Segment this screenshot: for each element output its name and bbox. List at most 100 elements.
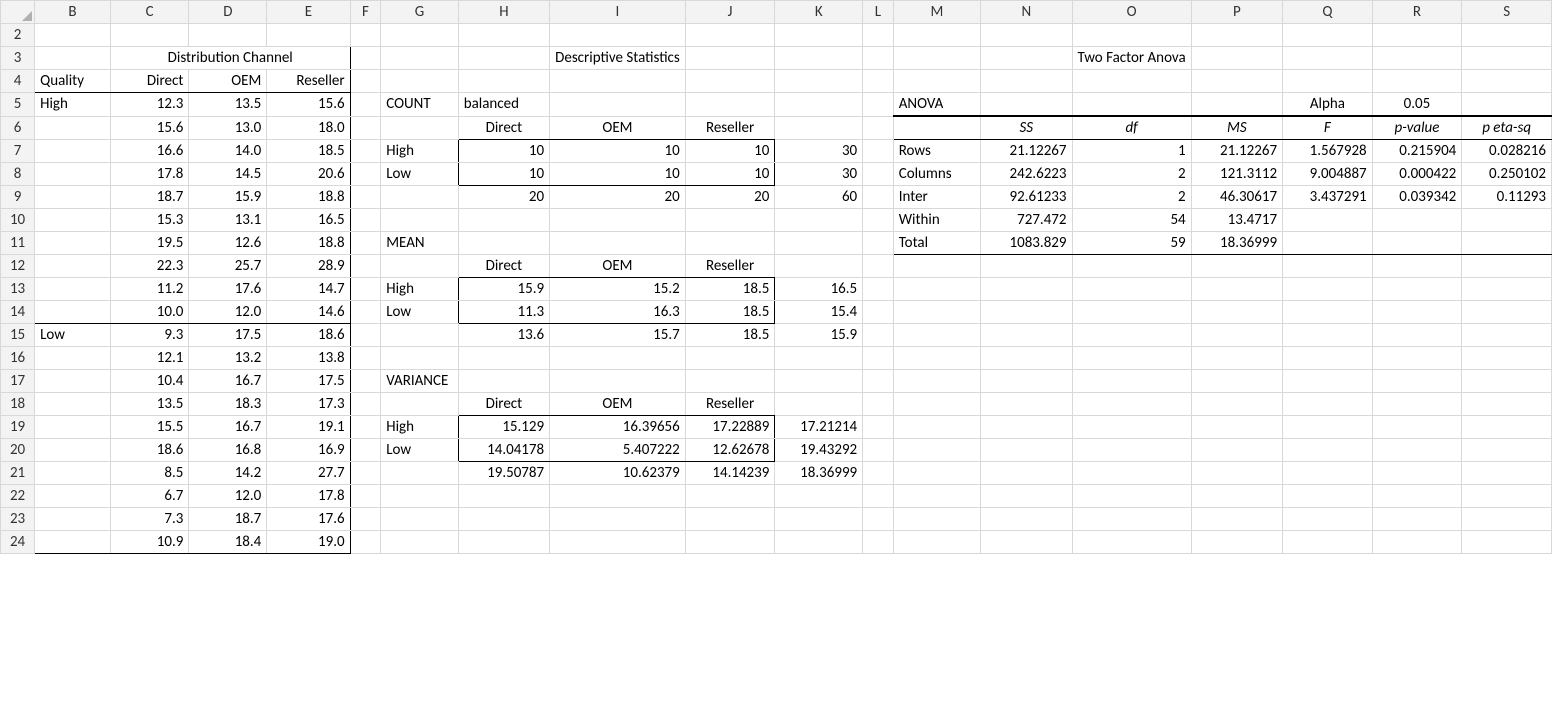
cell-C6[interactable]: 15.6 (110, 116, 189, 140)
cell-B12[interactable] (35, 255, 111, 278)
cell-B2[interactable] (35, 24, 111, 47)
cell-M22[interactable] (893, 485, 980, 508)
cell-R11[interactable] (1372, 232, 1462, 255)
cell-H20[interactable]: 14.04178 (458, 439, 549, 462)
cell-K4[interactable] (775, 70, 863, 93)
cell-J4[interactable] (685, 70, 775, 93)
cell-E21[interactable]: 27.7 (267, 462, 350, 485)
cell-Q10[interactable] (1283, 209, 1373, 232)
cell-Q21[interactable] (1283, 462, 1373, 485)
cell-J13[interactable]: 18.5 (685, 278, 775, 301)
cell-L20[interactable] (863, 439, 894, 462)
col-header-C[interactable]: C (110, 1, 189, 24)
cell-D16[interactable]: 13.2 (189, 347, 267, 370)
cell-E13[interactable]: 14.7 (267, 278, 350, 301)
cell-Q5[interactable]: Alpha (1283, 93, 1373, 117)
cell-S9[interactable]: 0.11293 (1462, 186, 1552, 209)
cell-G17[interactable]: VARIANCE (381, 370, 459, 393)
cell-Q9[interactable]: 3.437291 (1283, 186, 1373, 209)
cell-R13[interactable] (1372, 278, 1462, 301)
col-header-B[interactable]: B (35, 1, 111, 24)
cell-I6[interactable]: OEM (550, 116, 686, 140)
cell-N23[interactable] (981, 508, 1072, 531)
cell-H22[interactable] (458, 485, 549, 508)
cell-O20[interactable] (1072, 439, 1191, 462)
cell-N5[interactable] (981, 93, 1072, 117)
cell-G23[interactable] (381, 508, 459, 531)
cell-F15[interactable] (350, 324, 381, 347)
cell-E2[interactable] (267, 24, 350, 47)
row-header-7[interactable]: 7 (1, 140, 35, 163)
cell-B14[interactable] (35, 301, 111, 324)
cell-E7[interactable]: 18.5 (267, 140, 350, 163)
cell-I24[interactable] (550, 531, 686, 554)
col-header-E[interactable]: E (267, 1, 350, 24)
cell-H7[interactable]: 10 (458, 140, 549, 163)
cell-G3[interactable] (381, 47, 459, 70)
cell-R20[interactable] (1372, 439, 1462, 462)
cell-P7[interactable]: 21.12267 (1191, 140, 1282, 163)
cell-E23[interactable]: 17.6 (267, 508, 350, 531)
cell-I12[interactable]: OEM (550, 255, 686, 278)
cell-I2[interactable] (550, 24, 686, 47)
cell-J3[interactable] (685, 47, 775, 70)
col-header-G[interactable]: G (381, 1, 459, 24)
cell-M12[interactable] (893, 255, 980, 278)
cell-L16[interactable] (863, 347, 894, 370)
cell-C17[interactable]: 10.4 (110, 370, 189, 393)
cell-O23[interactable] (1072, 508, 1191, 531)
col-header-N[interactable]: N (981, 1, 1072, 24)
cell-B16[interactable] (35, 347, 111, 370)
cell-F8[interactable] (350, 163, 381, 186)
cell-P14[interactable] (1191, 301, 1282, 324)
cell-C19[interactable]: 15.5 (110, 416, 189, 439)
cell-M14[interactable] (893, 301, 980, 324)
cell-G20[interactable]: Low (381, 439, 459, 462)
cell-D5[interactable]: 13.5 (189, 93, 267, 117)
row-header-2[interactable]: 2 (1, 24, 35, 47)
cell-O10[interactable]: 54 (1072, 209, 1191, 232)
cell-S17[interactable] (1462, 370, 1552, 393)
row-header-6[interactable]: 6 (1, 116, 35, 140)
cell-S16[interactable] (1462, 347, 1552, 370)
cell-L18[interactable] (863, 393, 894, 416)
cell-J12[interactable]: Reseller (685, 255, 775, 278)
cell-M13[interactable] (893, 278, 980, 301)
col-header-J[interactable]: J (685, 1, 775, 24)
cell-B20[interactable] (35, 439, 111, 462)
cell-G14[interactable]: Low (381, 301, 459, 324)
row-header-24[interactable]: 24 (1, 531, 35, 554)
cell-E9[interactable]: 18.8 (267, 186, 350, 209)
cell-C7[interactable]: 16.6 (110, 140, 189, 163)
cell-J15[interactable]: 18.5 (685, 324, 775, 347)
cell-J5[interactable] (685, 93, 775, 117)
cell-H18[interactable]: Direct (458, 393, 549, 416)
row-header-18[interactable]: 18 (1, 393, 35, 416)
cell-S11[interactable] (1462, 232, 1552, 255)
cell-P17[interactable] (1191, 370, 1282, 393)
cell-O13[interactable] (1072, 278, 1191, 301)
cell-N15[interactable] (981, 324, 1072, 347)
cell-C5[interactable]: 12.3 (110, 93, 189, 117)
cell-I21[interactable]: 10.62379 (550, 462, 686, 485)
cell-M21[interactable] (893, 462, 980, 485)
cell-E6[interactable]: 18.0 (267, 116, 350, 140)
row-header-16[interactable]: 16 (1, 347, 35, 370)
cell-B15[interactable]: Low (35, 324, 111, 347)
cell-I22[interactable] (550, 485, 686, 508)
cell-E18[interactable]: 17.3 (267, 393, 350, 416)
cell-C23[interactable]: 7.3 (110, 508, 189, 531)
cell-L15[interactable] (863, 324, 894, 347)
cell-I18[interactable]: OEM (550, 393, 686, 416)
cell-I5[interactable] (550, 93, 686, 117)
cell-S7[interactable]: 0.028216 (1462, 140, 1552, 163)
cell-L24[interactable] (863, 531, 894, 554)
cell-M19[interactable] (893, 416, 980, 439)
cell-R3[interactable] (1372, 47, 1462, 70)
cell-D12[interactable]: 25.7 (189, 255, 267, 278)
cell-K13[interactable]: 16.5 (775, 278, 863, 301)
cell-R18[interactable] (1372, 393, 1462, 416)
cell-M2[interactable] (893, 24, 980, 47)
cell-L7[interactable] (863, 140, 894, 163)
cell-L21[interactable] (863, 462, 894, 485)
